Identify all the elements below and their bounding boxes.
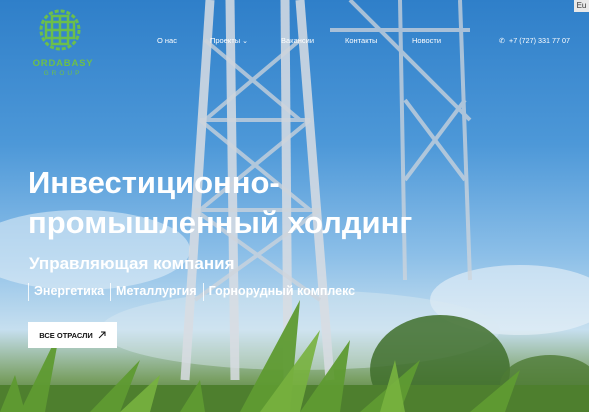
page-subtitle: Управляющая компания bbox=[29, 254, 235, 273]
logo-brand-text: ORDABASY bbox=[32, 58, 94, 69]
chevron-down-icon: ⌄ bbox=[242, 38, 248, 45]
nav-item-contacts[interactable]: Контакты bbox=[345, 36, 377, 46]
sector-link-energy[interactable]: Энергетика bbox=[28, 283, 110, 301]
nav-item-vacancies[interactable]: Вакансии bbox=[281, 36, 314, 46]
page-title: Инвестиционно-промышленный холдинг bbox=[28, 165, 413, 240]
logo[interactable]: ORDABASY GROUP bbox=[28, 8, 98, 78]
nav-item-label: Проекты bbox=[210, 36, 241, 45]
logo-sub-text: GROUP bbox=[43, 70, 83, 77]
all-industries-label: ВСЕ ОТРАСЛИ bbox=[39, 330, 93, 340]
language-tab[interactable]: Eu bbox=[574, 0, 589, 12]
sector-links: Энергетика Металлургия Горнорудный компл… bbox=[28, 283, 361, 301]
sector-link-mining[interactable]: Горнорудный комплекс bbox=[202, 283, 361, 301]
nav-item-news[interactable]: Новости bbox=[412, 36, 441, 46]
sector-link-metallurgy[interactable]: Металлургия bbox=[110, 283, 203, 301]
all-industries-button[interactable]: ВСЕ ОТРАСЛИ bbox=[28, 322, 117, 348]
phone-icon: ✆ bbox=[499, 36, 506, 45]
phone-link[interactable]: ✆ +7 (727) 331 77 07 bbox=[499, 36, 570, 46]
nav-item-projects[interactable]: Проекты ⌄ bbox=[210, 36, 248, 47]
arrow-up-right-icon bbox=[98, 331, 106, 339]
nav-item-about[interactable]: О нас bbox=[157, 36, 177, 46]
phone-number: +7 (727) 331 77 07 bbox=[509, 36, 570, 45]
logo-emblem-icon bbox=[39, 9, 81, 51]
